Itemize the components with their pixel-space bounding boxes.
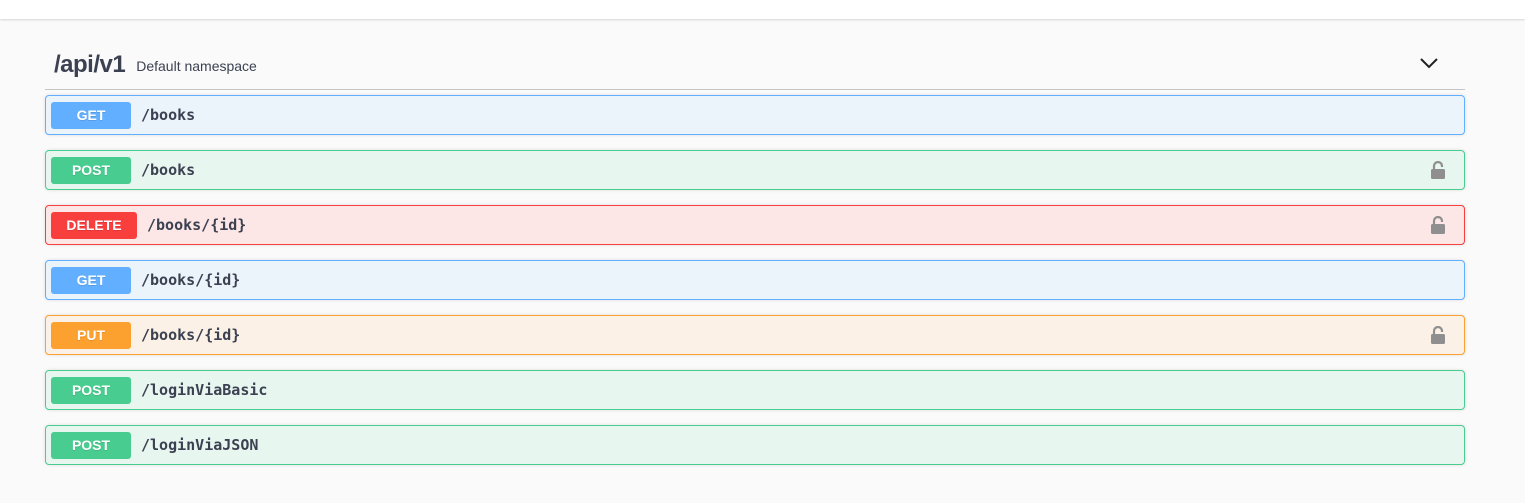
method-badge: GET <box>51 101 131 129</box>
section-description: Default namespace <box>136 58 257 74</box>
operation-path: /books <box>141 161 196 179</box>
method-badge: DELETE <box>51 211 137 239</box>
method-badge: PUT <box>51 321 131 349</box>
operation-get[interactable]: GET/books <box>45 95 1465 135</box>
operation-path: /books <box>141 106 196 124</box>
operation-path: /loginViaJSON <box>141 436 259 454</box>
operation-post[interactable]: POST/loginViaBasic <box>45 370 1465 410</box>
operation-put[interactable]: PUT/books/{id} <box>45 315 1465 355</box>
unlocked-icon[interactable] <box>1430 216 1446 234</box>
method-badge: GET <box>51 266 131 294</box>
operation-delete[interactable]: DELETE/books/{id} <box>45 205 1465 245</box>
chevron-down-icon[interactable] <box>1419 56 1439 70</box>
operation-get[interactable]: GET/books/{id} <box>45 260 1465 300</box>
operation-path: /books/{id} <box>141 326 241 344</box>
operation-path: /books/{id} <box>147 216 247 234</box>
unlocked-icon[interactable] <box>1430 161 1446 179</box>
api-section: /api/v1 Default namespace GET/books POST /… <box>45 40 1465 465</box>
method-badge: POST <box>51 156 131 184</box>
operation-path: /books/{id} <box>141 271 241 289</box>
top-bar <box>0 0 1525 19</box>
operation-post[interactable]: POST/loginViaJSON <box>45 425 1465 465</box>
section-header[interactable]: /api/v1 Default namespace <box>45 40 1465 90</box>
unlocked-icon[interactable] <box>1430 326 1446 344</box>
section-title: /api/v1 <box>54 50 126 78</box>
method-badge: POST <box>51 431 131 459</box>
operation-path: /loginViaBasic <box>141 381 268 399</box>
operation-post[interactable]: POST/books <box>45 150 1465 190</box>
method-badge: POST <box>51 376 131 404</box>
